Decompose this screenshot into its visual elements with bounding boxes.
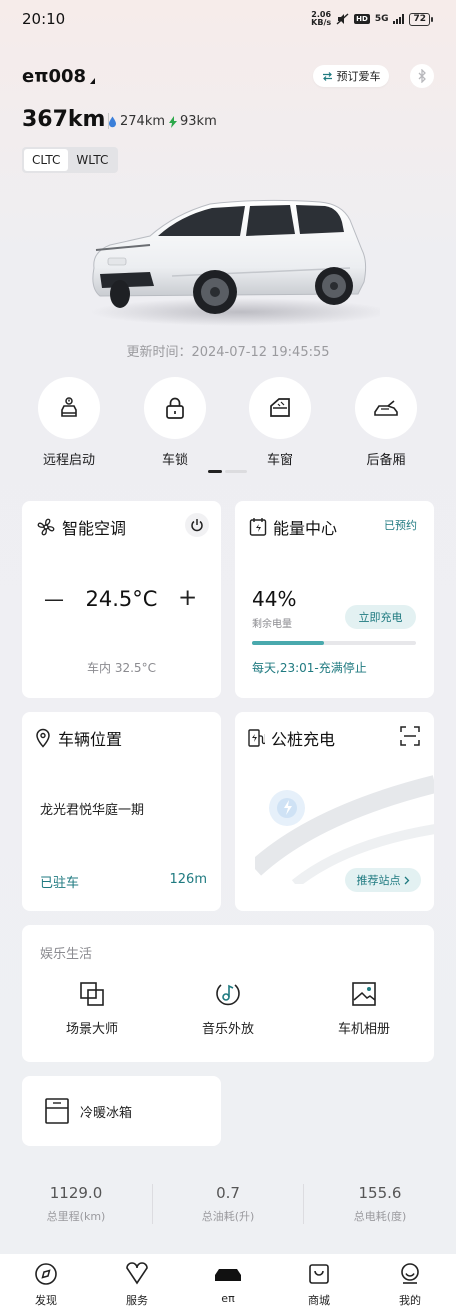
nav-shop[interactable]: 商城 <box>295 1262 343 1308</box>
photo-album-button[interactable]: 车机相册 <box>328 980 400 1037</box>
car-icon <box>215 1269 241 1281</box>
shop-icon <box>309 1264 329 1284</box>
lock-label: 车锁 <box>161 453 188 468</box>
fuel-drop-icon <box>109 116 116 127</box>
music-label: 音乐外放 <box>201 1022 254 1037</box>
battery-bar <box>252 641 416 645</box>
scan-button[interactable] <box>400 726 420 750</box>
electric-range: 93km <box>169 114 217 129</box>
energy-card[interactable]: 能量中心 已预约 44% 剩余电量 立即充电 每天,23:01-充满停止 <box>235 501 434 698</box>
fuel-range: 274km <box>108 114 165 129</box>
music-button[interactable]: 音乐外放 <box>192 980 264 1037</box>
location-card[interactable]: 车辆位置 龙光君悦华庭一期 已驻车 126m <box>22 712 221 911</box>
reserve-car-label: 预订爱车 <box>336 70 381 83</box>
charge-now-button[interactable]: 立即充电 <box>345 605 416 629</box>
battery-bar-fill <box>252 641 325 645</box>
nav-profile[interactable]: 我的 <box>386 1262 434 1308</box>
network-label: 5G <box>374 14 389 24</box>
page-indicator <box>208 470 247 473</box>
chevron-right-icon <box>404 876 409 884</box>
stat-electricity: 155.6 总电耗(度) <box>353 1184 407 1223</box>
trunk-button[interactable]: 后备厢 <box>354 377 418 468</box>
vehicle-distance: 126m <box>169 872 207 887</box>
lock-icon <box>166 397 184 419</box>
nav-service[interactable]: 服务 <box>113 1262 161 1308</box>
fridge-label: 冷暖冰箱 <box>80 1105 133 1121</box>
mode-cltc[interactable]: CLTC <box>24 149 69 171</box>
remote-start-label: 远程启动 <box>42 453 95 468</box>
nav-discover[interactable]: 发现 <box>22 1262 70 1308</box>
climate-card[interactable]: 智能空调 — 24.5°C + 车内 32.5°C <box>22 501 221 698</box>
hd-badge: HD <box>354 14 370 24</box>
energy-status: 已预约 <box>384 519 417 532</box>
lock-button[interactable]: 车锁 <box>143 377 207 468</box>
location-pin-icon <box>36 728 50 748</box>
window-icon <box>270 398 290 417</box>
car-model-selector[interactable]: eπ008 <box>22 66 96 87</box>
scan-icon <box>400 726 420 746</box>
nav-vehicle[interactable]: eπ <box>204 1262 252 1305</box>
update-time: 更新时间：2024-07-12 19:45:55 <box>126 345 330 360</box>
energy-title: 能量中心 <box>249 515 337 539</box>
bottom-nav: 发现 服务 eπ 商城 我的 <box>0 1254 456 1310</box>
fridge-icon <box>45 1098 69 1124</box>
bolt-icon <box>169 115 177 128</box>
climate-power-button[interactable] <box>185 513 209 537</box>
inside-temperature: 车内 32.5°C <box>87 661 156 675</box>
range-standard-toggle[interactable]: CLTC WLTC <box>22 147 119 173</box>
power-icon <box>191 519 203 532</box>
fridge-card[interactable]: 冷暖冰箱 <box>22 1076 221 1146</box>
stat-mileage: 1129.0 总里程(km) <box>46 1184 106 1223</box>
status-icons: 2.06 KB/s HD 5G 72 <box>311 10 433 27</box>
fan-icon <box>37 518 55 536</box>
calendar-bolt-icon <box>249 518 267 536</box>
swap-icon <box>322 71 332 81</box>
discover-icon <box>35 1263 57 1285</box>
net-speed: 2.06 KB/s <box>311 10 332 27</box>
remote-start-icon <box>61 397 77 417</box>
service-icon <box>126 1262 148 1285</box>
entertainment-card: 娱乐生活 场景大师 音乐外放 车机相册 <box>22 925 434 1062</box>
battery-percent: 44% <box>252 587 297 611</box>
entertainment-section-label: 娱乐生活 <box>40 947 93 962</box>
scene-master-button[interactable]: 场景大师 <box>56 980 128 1037</box>
bluetooth-icon <box>418 69 426 83</box>
dropdown-corner-icon <box>90 78 96 84</box>
battery-indicator: 72 <box>409 12 433 26</box>
parked-status: 已驻车 <box>40 876 80 891</box>
car-image <box>80 190 390 330</box>
remote-start-button[interactable]: 远程启动 <box>37 377 101 468</box>
scene-master-label: 场景大师 <box>65 1022 118 1037</box>
stats-row: 1129.0 总里程(km) 0.7 总油耗(升) 155.6 总电耗(度) <box>0 1184 456 1230</box>
window-label: 车窗 <box>266 453 293 468</box>
location-title: 车辆位置 <box>34 726 122 750</box>
public-charging-title: 公桩充电 <box>247 726 335 750</box>
public-charging-card[interactable]: 公桩充电 推荐站点 <box>235 712 434 911</box>
signal-icon <box>393 14 405 24</box>
photo-album-icon <box>352 982 376 1006</box>
bluetooth-button[interactable] <box>410 64 434 88</box>
charger-icon <box>248 729 265 747</box>
profile-icon <box>401 1263 419 1284</box>
window-button[interactable]: 车窗 <box>248 377 312 468</box>
remaining-label: 剩余电量 <box>252 619 292 630</box>
status-time: 20:10 <box>22 10 66 28</box>
mute-icon <box>336 13 349 25</box>
reserve-car-button[interactable]: 预订爱车 <box>313 65 389 87</box>
car-model-name: eπ008 <box>22 66 87 87</box>
trunk-label: 后备厢 <box>366 453 406 468</box>
trunk-icon <box>374 400 398 416</box>
stat-fuel: 0.7 总油耗(升) <box>201 1184 255 1223</box>
mode-wltc[interactable]: WLTC <box>68 149 116 171</box>
temp-increase-button[interactable]: + <box>178 585 197 611</box>
vehicle-address: 龙光君悦华庭一期 <box>40 803 145 818</box>
recommended-stations-button[interactable]: 推荐站点 <box>345 868 421 892</box>
scene-master-icon <box>80 982 104 1006</box>
charge-schedule: 每天,23:01-充满停止 <box>252 661 367 675</box>
music-icon <box>216 984 240 1006</box>
photo-album-label: 车机相册 <box>337 1022 390 1037</box>
total-range: 367km <box>22 107 106 132</box>
climate-title: 智能空调 <box>36 515 126 539</box>
